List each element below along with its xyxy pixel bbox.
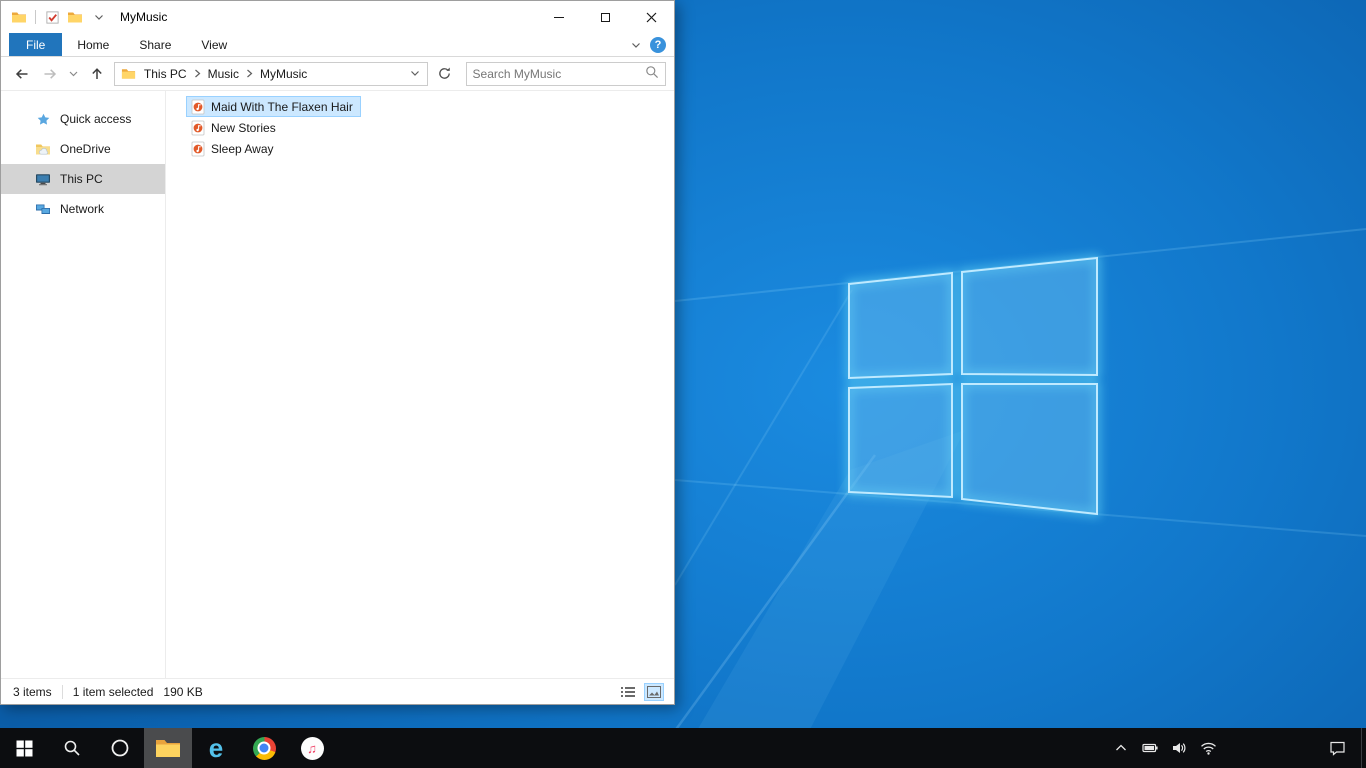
quick-access-toolbar	[44, 9, 104, 25]
sidebar-item-label: Quick access	[60, 112, 132, 126]
address-folder-icon	[121, 66, 137, 82]
chrome-button[interactable]	[240, 728, 288, 768]
refresh-icon[interactable]	[434, 62, 456, 86]
close-icon	[646, 12, 656, 22]
audio-file-icon	[190, 120, 206, 136]
breadcrumb-this-pc[interactable]: This PC	[142, 67, 189, 81]
file-explorer-icon	[156, 739, 180, 757]
search-icon	[64, 740, 80, 756]
window-body: Quick access OneDrive This PC Network Ma…	[1, 91, 674, 678]
tab-home[interactable]: Home	[62, 33, 124, 56]
status-bar: 3 items 1 item selected 190 KB	[1, 678, 674, 704]
view-toggle-group	[618, 682, 664, 701]
breadcrumb-mymusic[interactable]: MyMusic	[258, 67, 309, 81]
audio-file-icon	[190, 99, 206, 115]
explorer-window: MyMusic File Home Share View ? This PC M…	[0, 0, 675, 705]
breadcrumb-chevron-icon[interactable]	[246, 67, 253, 81]
sidebar-item-label: OneDrive	[60, 142, 111, 156]
sidebar-item-label: This PC	[60, 172, 103, 186]
sidebar-item-onedrive[interactable]: OneDrive	[1, 134, 165, 164]
audio-file-icon	[190, 141, 206, 157]
taskbar-buttons: e ♫	[0, 728, 336, 768]
taskbar-search-button[interactable]	[48, 728, 96, 768]
window-title: MyMusic	[120, 10, 168, 24]
status-separator	[61, 684, 63, 699]
tab-file[interactable]: File	[9, 33, 63, 56]
address-dropdown-chevron-icon[interactable]	[407, 70, 423, 77]
sidebar-item-this-pc[interactable]: This PC	[1, 164, 165, 194]
cortana-icon	[111, 739, 129, 757]
window-folder-icon	[11, 9, 27, 25]
close-button[interactable]	[628, 1, 674, 33]
qat-customize-chevron-icon[interactable]	[94, 14, 104, 21]
maximize-icon	[600, 12, 610, 22]
show-desktop-button[interactable]	[1361, 728, 1366, 768]
tab-view[interactable]: View	[186, 33, 242, 56]
onedrive-cloud-icon	[35, 141, 51, 157]
star-icon	[35, 111, 51, 127]
titlebar[interactable]: MyMusic	[1, 1, 674, 33]
back-icon[interactable]	[11, 62, 33, 86]
help-button[interactable]: ?	[650, 36, 666, 53]
taskbar: e ♫	[0, 728, 1366, 768]
address-bar[interactable]: This PC Music MyMusic	[113, 61, 428, 86]
sidebar-item-label: Network	[60, 202, 105, 216]
action-center-icon	[1329, 741, 1345, 756]
file-name: New Stories	[211, 120, 276, 135]
volume-icon[interactable]	[1170, 728, 1188, 768]
navigation-pane: Quick access OneDrive This PC Network	[1, 91, 166, 678]
file-name: Sleep Away	[211, 141, 274, 156]
status-items-count: 3 items	[13, 684, 52, 699]
search-icon[interactable]	[645, 65, 659, 82]
hidden-icons-chevron-icon[interactable]	[1112, 728, 1130, 768]
qat-new-folder-icon[interactable]	[67, 9, 83, 25]
tab-share[interactable]: Share	[124, 33, 186, 56]
file-row[interactable]: Sleep Away	[186, 138, 282, 159]
recent-locations-chevron-icon[interactable]	[66, 62, 80, 86]
minimize-icon	[554, 16, 564, 18]
internet-explorer-button[interactable]: e	[192, 728, 240, 768]
ribbon-right-controls: ?	[631, 33, 674, 56]
search-input[interactable]	[472, 66, 645, 81]
details-view-button[interactable]	[618, 683, 638, 701]
action-center-button[interactable]	[1318, 728, 1356, 768]
sidebar-item-network[interactable]: Network	[1, 194, 165, 224]
wifi-icon[interactable]	[1199, 728, 1217, 768]
itunes-button[interactable]: ♫	[288, 728, 336, 768]
sidebar-item-quick-access[interactable]: Quick access	[1, 104, 165, 134]
battery-icon[interactable]	[1141, 728, 1159, 768]
start-button[interactable]	[0, 728, 48, 768]
file-list[interactable]: Maid With The Flaxen Hair New Stories Sl…	[166, 91, 674, 678]
file-name: Maid With The Flaxen Hair	[211, 99, 353, 114]
itunes-icon: ♫	[300, 736, 324, 760]
internet-explorer-icon: e	[208, 733, 224, 763]
computer-icon	[35, 171, 51, 187]
up-icon[interactable]	[86, 62, 108, 86]
taskbar-file-explorer-button[interactable]	[144, 728, 192, 768]
breadcrumb-music[interactable]: Music	[206, 67, 241, 81]
ribbon-tab-strip: File Home Share View ?	[1, 33, 674, 57]
system-tray	[1112, 728, 1217, 768]
status-selection-size: 190 KB	[163, 684, 203, 699]
ribbon-expand-chevron-icon[interactable]	[631, 38, 641, 52]
windows-logo-icon	[16, 740, 32, 756]
maximize-button[interactable]	[582, 1, 628, 33]
file-row[interactable]: New Stories	[186, 117, 284, 138]
forward-icon[interactable]	[39, 62, 61, 86]
address-toolbar: This PC Music MyMusic	[1, 57, 674, 91]
chrome-icon	[252, 736, 276, 760]
minimize-button[interactable]	[536, 1, 582, 33]
titlebar-separator	[35, 10, 36, 24]
network-icon	[35, 201, 51, 217]
search-box	[465, 61, 666, 86]
file-row[interactable]: Maid With The Flaxen Hair	[186, 96, 361, 117]
breadcrumb-chevron-icon[interactable]	[194, 67, 201, 81]
qat-properties-icon[interactable]	[44, 9, 60, 25]
window-controls	[536, 1, 674, 33]
cortana-button[interactable]	[96, 728, 144, 768]
thumbnail-view-button[interactable]	[644, 682, 664, 701]
status-selection: 1 item selected	[72, 684, 154, 699]
